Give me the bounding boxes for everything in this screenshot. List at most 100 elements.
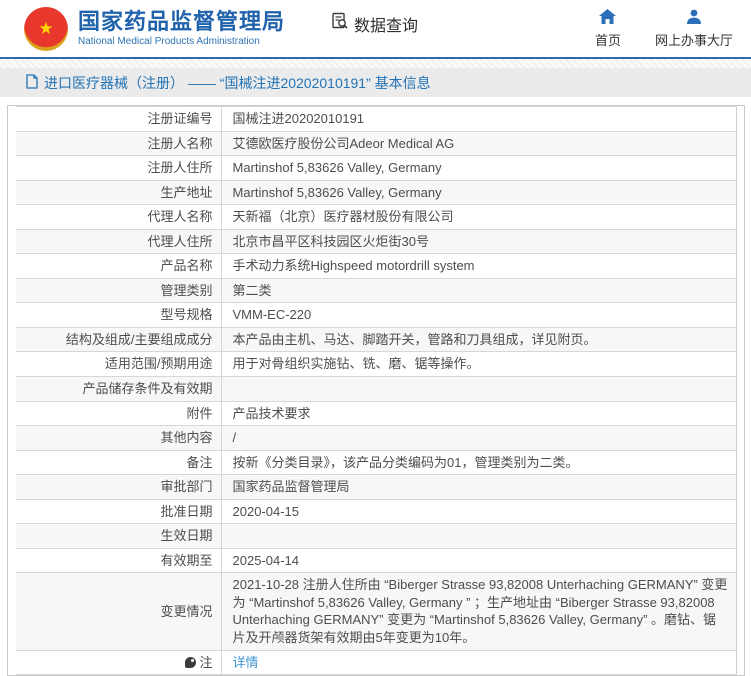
row-value-cell: 艾德欧医疗股份公司Adeor Medical AG xyxy=(221,131,736,156)
agency-title-block: 国家药品监督管理局 National Medical Products Admi… xyxy=(78,10,285,47)
row-label: 批准日期 xyxy=(160,504,212,519)
row-value-cell: 北京市昌平区科技园区火炬街30号 xyxy=(221,229,736,254)
row-value: Martinshof 5,83626 Valley, Germany xyxy=(233,160,442,175)
row-value: 手术动力系统Highspeed motordrill system xyxy=(233,258,475,273)
row-label-cell: 结构及组成/主要组成成分 xyxy=(16,327,221,352)
row-label: 变更情况 xyxy=(160,604,212,619)
nav-home-label: 首页 xyxy=(595,31,621,51)
site-header: ★ 国家药品监督管理局 National Medical Products Ad… xyxy=(0,0,751,57)
row-value-cell: 按新《分类目录》，该产品分类编码为01，管理类别为二类。 xyxy=(221,450,736,475)
row-value-cell xyxy=(221,377,736,402)
data-query-icon xyxy=(331,12,354,35)
row-value: 2021-10-28 注册人住所由 “Biberger Strasse 93,8… xyxy=(233,577,728,645)
row-label: 适用范围/预期用途 xyxy=(105,356,213,371)
row-label-cell: 注册人住所 xyxy=(16,156,221,181)
row-label-cell: 变更情况 xyxy=(16,573,221,650)
row-value: 按新《分类目录》，该产品分类编码为01，管理类别为二类。 xyxy=(233,455,579,470)
row-value-cell: / xyxy=(221,426,736,451)
table-row: 变更情况 2021-10-28 注册人住所由 “Biberger Strasse … xyxy=(16,573,736,650)
row-value: 产品技术要求 xyxy=(233,406,311,421)
row-value-cell: 详情 xyxy=(221,650,736,675)
row-value: Martinshof 5,83626 Valley, Germany xyxy=(233,185,442,200)
row-value-cell: 2021-10-28 注册人住所由 “Biberger Strasse 93,8… xyxy=(221,573,736,650)
breadcrumb-text: 进口医疗器械（注册） —— “国械注进20202010191” 基本信息 xyxy=(44,73,431,93)
row-label: 生效日期 xyxy=(160,528,212,543)
row-label-cell: 产品储存条件及有效期 xyxy=(16,377,221,402)
row-value-cell: 本产品由主机、马达、脚踏开关，管路和刀具组成，详见附页。 xyxy=(221,327,736,352)
agency-name-en: National Medical Products Administration xyxy=(78,36,285,47)
row-label-cell: 生效日期 xyxy=(16,524,221,549)
row-value-cell: 用于对骨组织实施钻、铣、磨、锯等操作。 xyxy=(221,352,736,377)
row-label: 生产地址 xyxy=(160,185,212,200)
table-row: 产品储存条件及有效期 xyxy=(16,377,736,402)
row-label-cell: 型号规格 xyxy=(16,303,221,328)
table-row: 生效日期 xyxy=(16,524,736,549)
row-value: 北京市昌平区科技园区火炬街30号 xyxy=(233,234,429,249)
row-label-cell: 备注 xyxy=(16,450,221,475)
row-value: 2020-04-15 xyxy=(233,504,300,519)
table-row: 管理类别第二类 xyxy=(16,278,736,303)
row-value-cell: 国械注进20202010191 xyxy=(221,107,736,132)
table-row: 代理人住所 北京市昌平区科技园区火炬街30号 xyxy=(16,229,736,254)
registration-info-table: 注册证编号 国械注进20202010191 注册人名称 艾德欧医疗股份公司Adeor … xyxy=(16,106,736,675)
row-value: 国械注进20202010191 xyxy=(233,111,365,126)
row-label: 其他内容 xyxy=(160,430,212,445)
table-row: 注册人住所 Martinshof 5,83626 Valley, Germany xyxy=(16,156,736,181)
nav-home[interactable]: 首页 xyxy=(595,9,621,51)
row-value: 本产品由主机、马达、脚踏开关，管路和刀具组成，详见附页。 xyxy=(233,332,597,347)
row-label-cell: 管理类别 xyxy=(16,278,221,303)
row-label: 代理人名称 xyxy=(147,209,212,224)
row-label-cell: 附件 xyxy=(16,401,221,426)
row-label-cell: 代理人住所 xyxy=(16,229,221,254)
row-value-cell: 国家药品监督管理局 xyxy=(221,475,736,500)
row-value-cell: 第二类 xyxy=(221,278,736,303)
row-label: 产品名称 xyxy=(160,258,212,273)
row-value-cell: VMM-EC-220 xyxy=(221,303,736,328)
row-label-cell: 生产地址 xyxy=(16,180,221,205)
row-value: 艾德欧医疗股份公司Adeor Medical AG xyxy=(233,136,455,151)
table-row: 型号规格VMM-EC-220 xyxy=(16,303,736,328)
row-label: 注册人住所 xyxy=(147,160,212,175)
row-value-cell: 产品技术要求 xyxy=(221,401,736,426)
row-label: 注册人名称 xyxy=(147,136,212,151)
data-query-tab[interactable]: 数据查询 xyxy=(331,12,418,36)
table-row: 注册人名称 艾德欧医疗股份公司Adeor Medical AG xyxy=(16,131,736,156)
row-value-cell: 2025-04-14 xyxy=(221,548,736,573)
row-value-cell xyxy=(221,524,736,549)
home-icon xyxy=(599,9,616,32)
nav-service-hall-label: 网上办事大厅 xyxy=(655,31,733,51)
row-label: 附件 xyxy=(186,406,212,421)
row-value: 2025-04-14 xyxy=(233,553,300,568)
row-label-cell: 其他内容 xyxy=(16,426,221,451)
row-value: 第二类 xyxy=(233,283,272,298)
note-icon xyxy=(185,657,196,668)
national-emblem-logo: ★ xyxy=(24,7,68,51)
row-label: 备注 xyxy=(186,455,212,470)
row-value: 国家药品监督管理局 xyxy=(233,479,350,494)
row-label: 代理人住所 xyxy=(147,234,212,249)
breadcrumb: 进口医疗器械（注册） —— “国械注进20202010191” 基本信息 xyxy=(0,68,751,97)
table-row: 结构及组成/主要组成成分 本产品由主机、马达、脚踏开关，管路和刀具组成，详见附页。 xyxy=(16,327,736,352)
nav-service-hall[interactable]: 网上办事大厅 xyxy=(655,9,733,51)
row-value: / xyxy=(233,430,237,445)
header-left: ★ 国家药品监督管理局 National Medical Products Ad… xyxy=(24,7,418,51)
row-label-cell: 审批部门 xyxy=(16,475,221,500)
table-row: 备注 按新《分类目录》，该产品分类编码为01，管理类别为二类。 xyxy=(16,450,736,475)
row-label: 产品储存条件及有效期 xyxy=(82,381,212,396)
row-label: 结构及组成/主要组成成分 xyxy=(66,332,213,347)
document-icon xyxy=(25,74,44,92)
table-row: 审批部门国家药品监督管理局 xyxy=(16,475,736,500)
scrollbar-track[interactable] xyxy=(736,106,737,675)
table-row: 代理人名称天新福（北京）医疗器材股份有限公司 xyxy=(16,205,736,230)
detail-link[interactable]: 详情 xyxy=(233,655,259,670)
data-query-label: 数据查询 xyxy=(354,12,418,36)
table-row: 有效期至 2025-04-14 xyxy=(16,548,736,573)
row-label-cell: 适用范围/预期用途 xyxy=(16,352,221,377)
pattern-strip xyxy=(0,59,751,68)
row-label-cell: 注 xyxy=(16,650,221,675)
table-row: 产品名称 手术动力系统Highspeed motordrill system xyxy=(16,254,736,279)
row-label: 注册证编号 xyxy=(147,111,212,126)
table-row: 附件 产品技术要求 xyxy=(16,401,736,426)
row-label-cell: 有效期至 xyxy=(16,548,221,573)
row-value-cell: 天新福（北京）医疗器材股份有限公司 xyxy=(221,205,736,230)
